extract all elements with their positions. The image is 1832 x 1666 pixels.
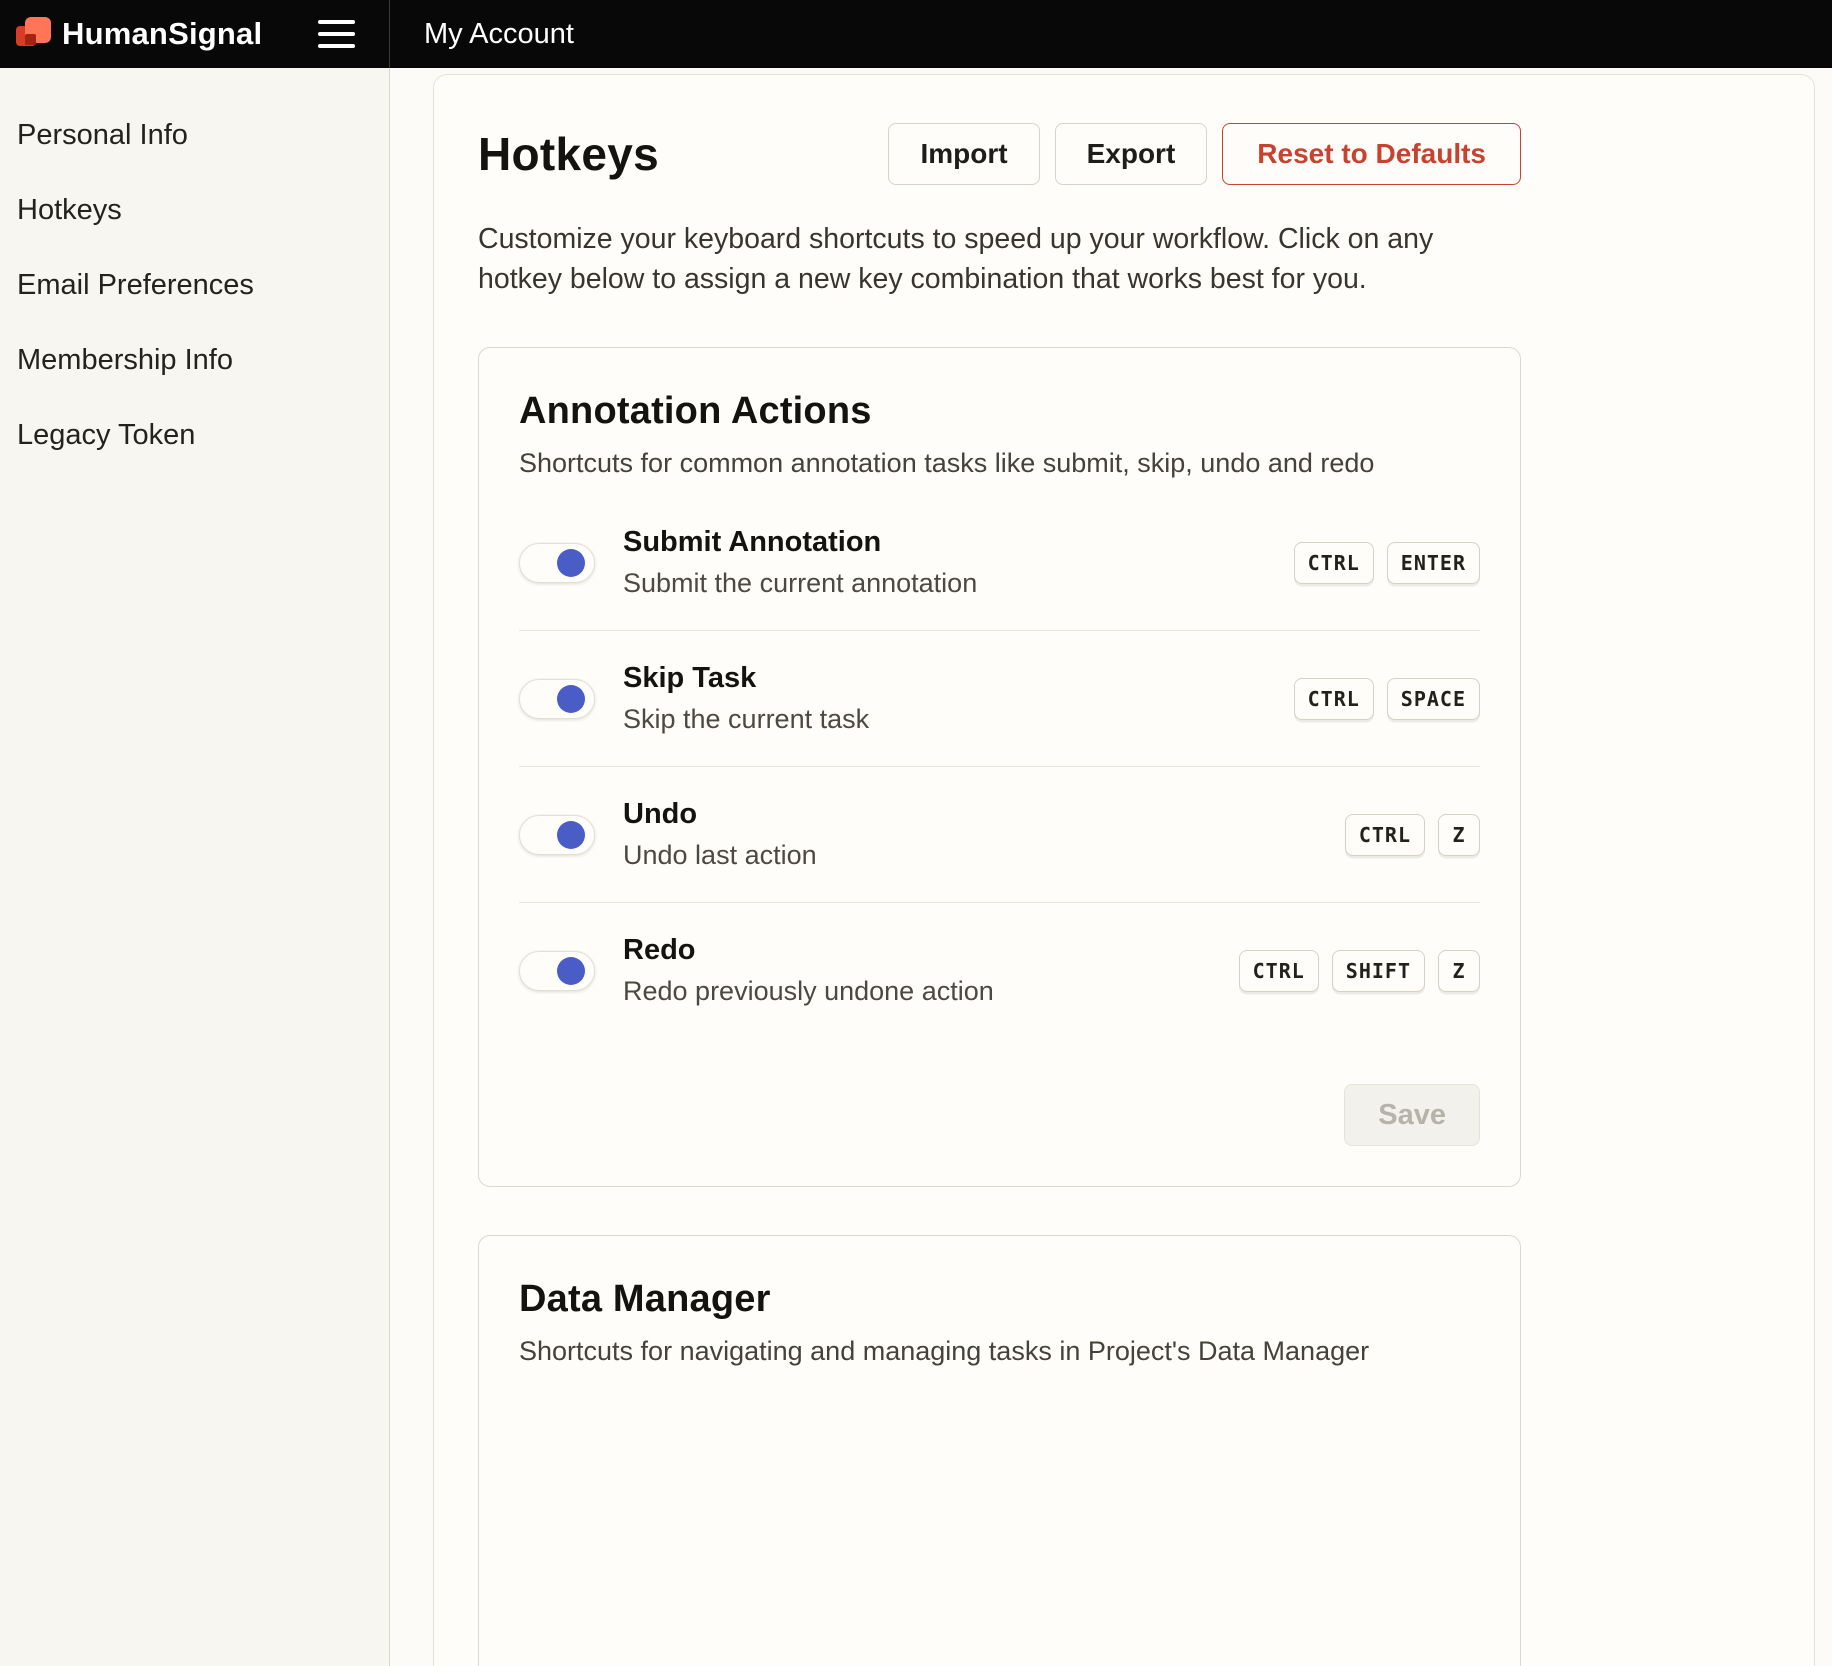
page-header: Hotkeys Import Export Reset to Defaults bbox=[478, 123, 1521, 185]
undo-toggle[interactable] bbox=[519, 815, 595, 855]
hotkey-text: Undo Undo last action bbox=[623, 798, 1345, 871]
redo-toggle[interactable] bbox=[519, 951, 595, 991]
section-annotation-actions: Annotation Actions Shortcuts for common … bbox=[478, 347, 1521, 1187]
hotkey-description: Submit the current annotation bbox=[623, 568, 1294, 599]
toggle-knob bbox=[557, 685, 585, 713]
hotkey-label: Skip Task bbox=[623, 662, 1294, 695]
key-cap[interactable]: ENTER bbox=[1387, 542, 1480, 584]
sidebar: Personal Info Hotkeys Email Preferences … bbox=[0, 68, 390, 1666]
brand-name: HumanSignal bbox=[62, 16, 262, 52]
hotkey-text: Redo Redo previously undone action bbox=[623, 934, 1239, 1007]
sidebar-item-personal-info[interactable]: Personal Info bbox=[17, 98, 369, 173]
key-cap[interactable]: CTRL bbox=[1239, 950, 1319, 992]
skip-task-toggle[interactable] bbox=[519, 679, 595, 719]
brand[interactable]: HumanSignal bbox=[16, 16, 262, 52]
hotkey-key-combo[interactable]: CTRL SHIFT Z bbox=[1239, 950, 1480, 992]
hotkey-label: Submit Annotation bbox=[623, 526, 1294, 559]
topbar: HumanSignal My Account bbox=[0, 0, 1832, 68]
hotkey-row-skip-task: Skip Task Skip the current task CTRL SPA… bbox=[519, 630, 1480, 766]
hotkey-key-combo[interactable]: CTRL ENTER bbox=[1294, 542, 1480, 584]
hotkey-description: Redo previously undone action bbox=[623, 976, 1239, 1007]
hotkey-row-redo: Redo Redo previously undone action CTRL … bbox=[519, 902, 1480, 1038]
import-button[interactable]: Import bbox=[888, 123, 1039, 185]
toggle-knob bbox=[557, 821, 585, 849]
hotkey-text: Submit Annotation Submit the current ann… bbox=[623, 526, 1294, 599]
export-button[interactable]: Export bbox=[1055, 123, 1208, 185]
hotkey-key-combo[interactable]: CTRL Z bbox=[1345, 814, 1480, 856]
header-actions: Import Export Reset to Defaults bbox=[888, 123, 1521, 185]
section-subtitle: Shortcuts for navigating and managing ta… bbox=[519, 1336, 1480, 1367]
toggle-knob bbox=[557, 957, 585, 985]
key-cap[interactable]: Z bbox=[1438, 814, 1480, 856]
hotkey-text: Skip Task Skip the current task bbox=[623, 662, 1294, 735]
hotkey-rows: Submit Annotation Submit the current ann… bbox=[519, 495, 1480, 1038]
hotkey-label: Undo bbox=[623, 798, 1345, 831]
hotkey-description: Skip the current task bbox=[623, 704, 1294, 735]
hotkey-row-undo: Undo Undo last action CTRL Z bbox=[519, 766, 1480, 902]
toggle-knob bbox=[557, 549, 585, 577]
save-row: Save bbox=[519, 1084, 1480, 1146]
section-subtitle: Shortcuts for common annotation tasks li… bbox=[519, 448, 1480, 479]
key-cap[interactable]: CTRL bbox=[1294, 678, 1374, 720]
brand-zone: HumanSignal bbox=[0, 0, 390, 68]
sidebar-item-email-preferences[interactable]: Email Preferences bbox=[17, 248, 369, 323]
section-title: Annotation Actions bbox=[519, 390, 1480, 433]
sidebar-item-legacy-token[interactable]: Legacy Token bbox=[17, 398, 369, 473]
key-cap[interactable]: SPACE bbox=[1387, 678, 1480, 720]
sidebar-item-hotkeys[interactable]: Hotkeys bbox=[17, 173, 369, 248]
key-cap[interactable]: Z bbox=[1438, 950, 1480, 992]
hotkey-key-combo[interactable]: CTRL SPACE bbox=[1294, 678, 1480, 720]
hotkey-description: Undo last action bbox=[623, 840, 1345, 871]
hotkey-row-submit-annotation: Submit Annotation Submit the current ann… bbox=[519, 495, 1480, 630]
main-area: Hotkeys Import Export Reset to Defaults … bbox=[390, 68, 1832, 1666]
topbar-page-title: My Account bbox=[390, 0, 574, 68]
humansignal-logo-icon bbox=[16, 16, 52, 52]
key-cap[interactable]: CTRL bbox=[1345, 814, 1425, 856]
reset-to-defaults-button[interactable]: Reset to Defaults bbox=[1222, 123, 1521, 185]
hotkeys-card: Hotkeys Import Export Reset to Defaults … bbox=[433, 74, 1815, 1666]
hamburger-menu-icon[interactable] bbox=[318, 20, 355, 48]
key-cap[interactable]: CTRL bbox=[1294, 542, 1374, 584]
key-cap[interactable]: SHIFT bbox=[1332, 950, 1425, 992]
hotkey-label: Redo bbox=[623, 934, 1239, 967]
save-button[interactable]: Save bbox=[1344, 1084, 1480, 1146]
page-description: Customize your keyboard shortcuts to spe… bbox=[478, 219, 1521, 299]
section-data-manager: Data Manager Shortcuts for navigating an… bbox=[478, 1235, 1521, 1666]
page-title: Hotkeys bbox=[478, 127, 659, 181]
section-title: Data Manager bbox=[519, 1278, 1480, 1321]
submit-annotation-toggle[interactable] bbox=[519, 543, 595, 583]
sidebar-item-membership-info[interactable]: Membership Info bbox=[17, 323, 369, 398]
